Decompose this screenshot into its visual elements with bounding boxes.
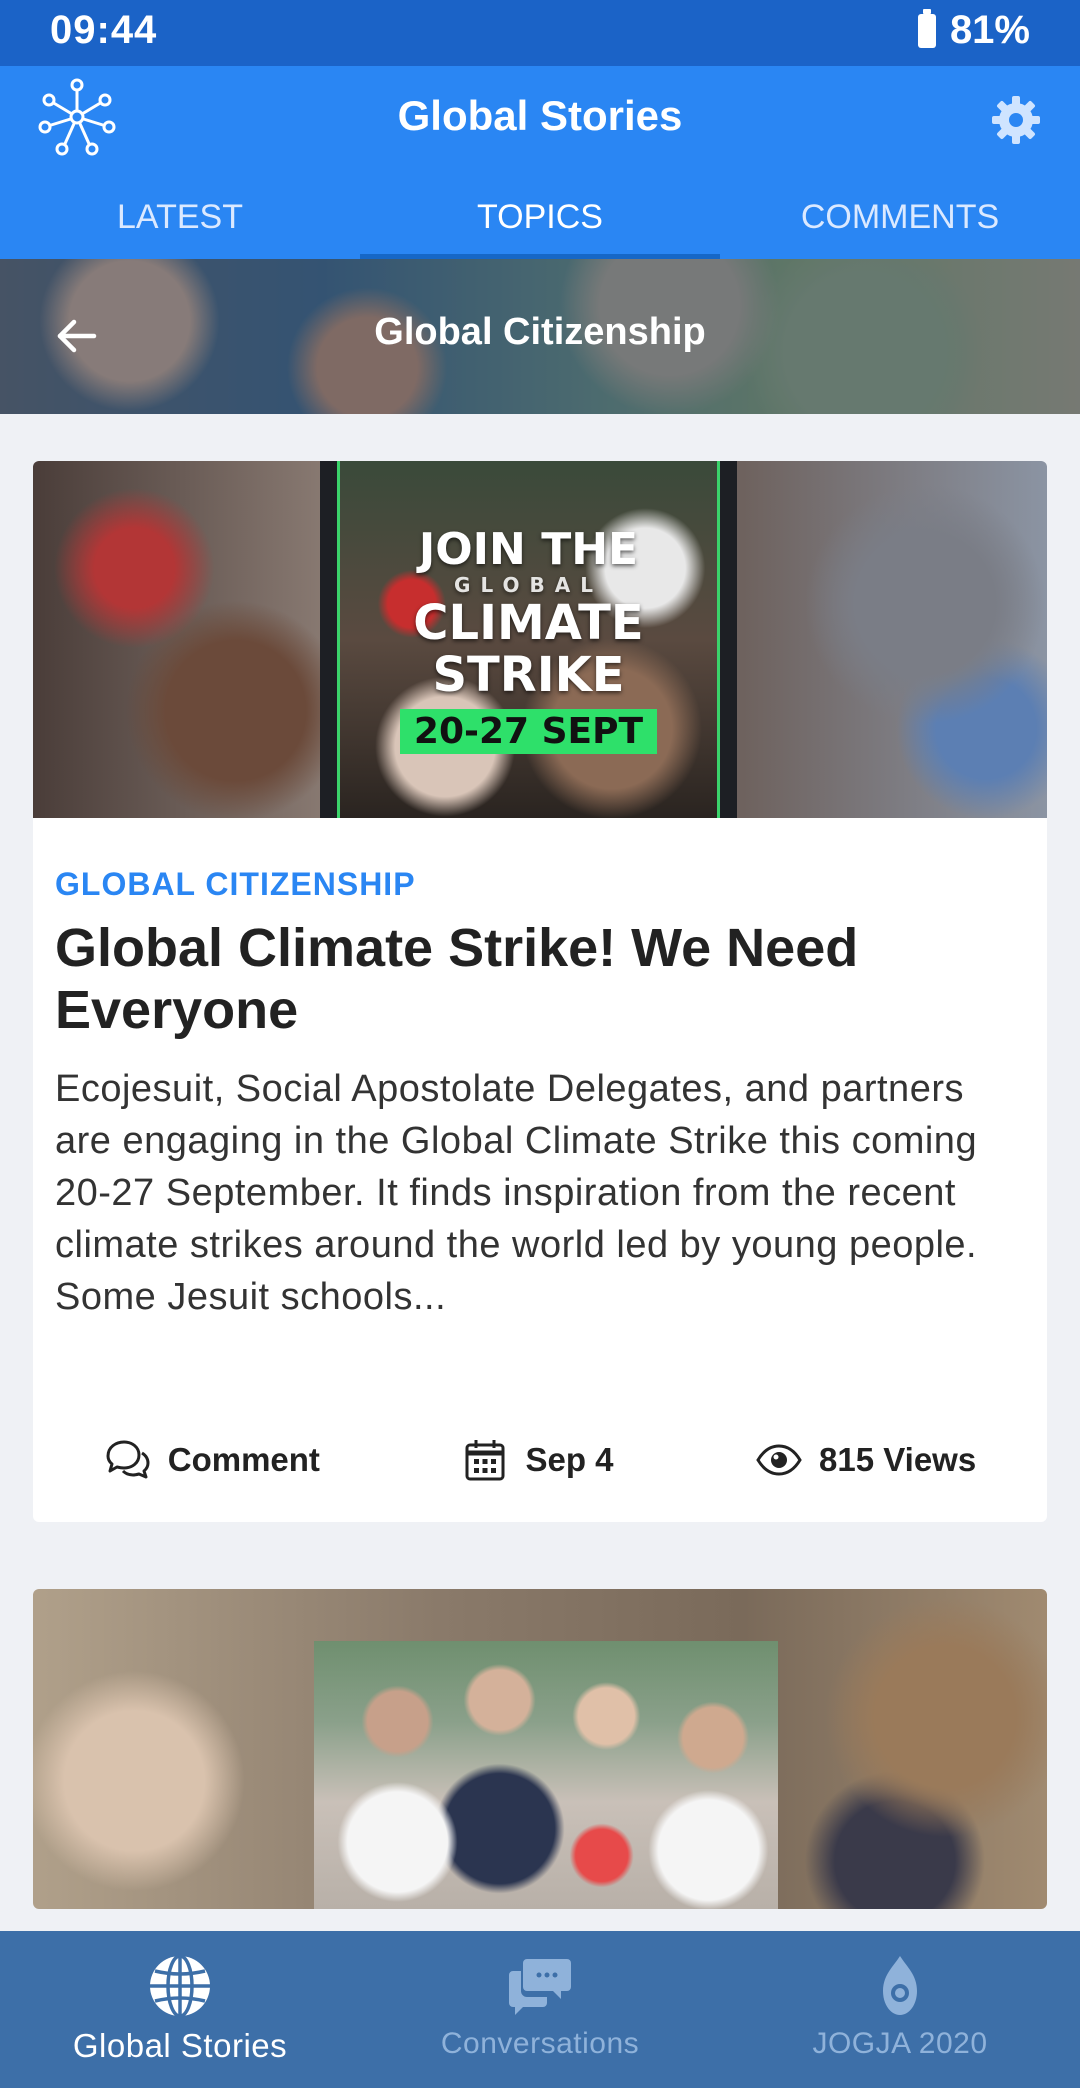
tab-comments[interactable]: COMMENTS: [720, 186, 1080, 259]
app-header: Global Stories LATEST TOPICS COMMENTS: [0, 66, 1080, 259]
article-meta: Comment Sep 4 815 Views: [33, 1430, 1047, 1490]
poster-date: 20-27 SEPT: [399, 709, 658, 754]
article-views: 815 Views: [755, 1436, 976, 1484]
status-bar: 09:44 81%: [0, 0, 1080, 66]
children-photo: [314, 1641, 778, 1909]
tab-latest[interactable]: LATEST: [0, 186, 360, 259]
nav-jogja-2020[interactable]: JOGJA 2020: [720, 1931, 1080, 2088]
comment-button[interactable]: Comment: [104, 1436, 320, 1484]
article-hero-image[interactable]: [33, 1589, 1047, 1909]
calendar-icon: [465, 1440, 505, 1481]
status-right: 81%: [917, 8, 1030, 53]
nav-label-global-stories: Global Stories: [72, 2027, 288, 2064]
tab-bar: LATEST TOPICS COMMENTS: [0, 186, 1080, 259]
battery-icon: [917, 8, 936, 48]
globe-icon: [150, 1954, 210, 2018]
article-excerpt: Ecojesuit, Social Apostolate Delegates, …: [55, 1068, 978, 1318]
status-time: 09:44: [50, 8, 158, 52]
views-label: 815 Views: [819, 1441, 977, 1478]
eye-icon: [756, 1444, 802, 1476]
poster-line-join: JOIN THE: [418, 524, 639, 575]
date-label: Sep 4: [525, 1441, 614, 1478]
article-card[interactable]: [33, 1589, 1047, 1909]
article-date: Sep 4: [461, 1436, 614, 1484]
article-body: GLOBAL CITIZENSHIP Global Climate Strike…: [33, 866, 1047, 1323]
nav-label-conversations: Conversations: [440, 2027, 640, 2060]
topic-title: Global Citizenship: [374, 311, 706, 353]
battery-percentage: 81%: [949, 8, 1030, 52]
app-title: Global Stories: [397, 92, 683, 139]
nav-conversations[interactable]: Conversations: [360, 1931, 720, 2088]
gear-icon[interactable]: [990, 94, 1042, 146]
article-title[interactable]: Global Climate Strike! We Need Everyone: [55, 917, 1025, 1041]
poster-line-global: GLOBAL: [454, 573, 603, 597]
comment-label: Comment: [167, 1441, 320, 1478]
poster-line-strike: STRIKE: [432, 647, 625, 703]
article-category[interactable]: GLOBAL CITIZENSHIP: [55, 866, 1025, 903]
emblem-icon: [883, 1956, 917, 2015]
nav-label-jogja-2020: JOGJA 2020: [812, 2027, 988, 2060]
topic-banner: Global Citizenship: [0, 259, 1080, 414]
article-hero-image[interactable]: JOIN THE GLOBAL CLIMATE STRIKE 20-27 SEP…: [33, 461, 1047, 818]
bottom-nav: Global Stories Conversations JOGJA 2020: [0, 1931, 1080, 2088]
nav-global-stories[interactable]: Global Stories: [0, 1931, 360, 2088]
chat-icon: [509, 1959, 571, 2015]
tab-topics[interactable]: TOPICS: [360, 186, 720, 259]
comment-icon: [106, 1440, 150, 1479]
poster-line-climate: CLIMATE: [413, 595, 644, 651]
poster-text: JOIN THE GLOBAL CLIMATE STRIKE 20-27 SEP…: [320, 527, 737, 754]
article-card[interactable]: JOIN THE GLOBAL CLIMATE STRIKE 20-27 SEP…: [33, 461, 1047, 1522]
climate-strike-poster: JOIN THE GLOBAL CLIMATE STRIKE 20-27 SEP…: [320, 461, 737, 818]
